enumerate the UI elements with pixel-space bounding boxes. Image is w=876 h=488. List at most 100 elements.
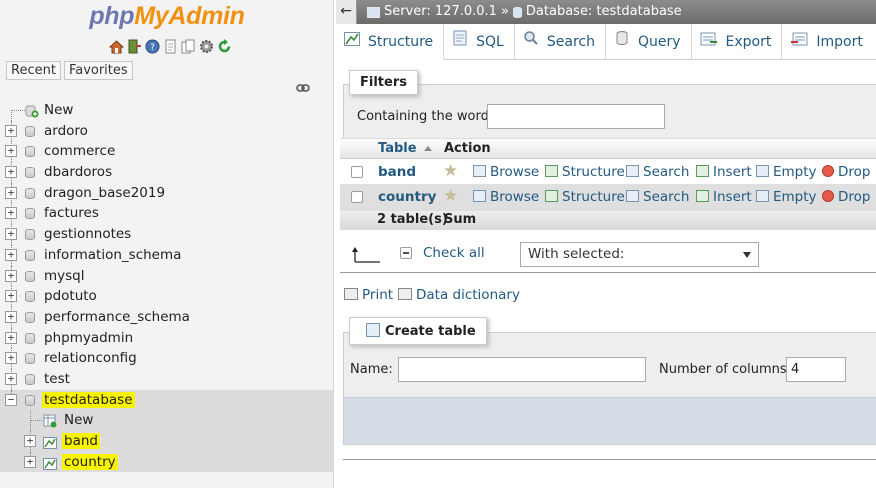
settings-icon[interactable] (199, 39, 214, 54)
table-name-link[interactable]: country (378, 189, 436, 205)
column-header-table[interactable]: Table (378, 141, 417, 156)
expand-icon[interactable]: + (24, 435, 36, 447)
browse-link[interactable]: Browse (473, 164, 539, 180)
structure-link[interactable]: Structure (545, 189, 625, 205)
table-name-input[interactable] (398, 357, 646, 382)
drop-link[interactable]: Drop (822, 189, 870, 205)
breadcrumb-database[interactable]: Database: testdatabase (526, 0, 682, 24)
insert-link[interactable]: Insert (696, 189, 752, 205)
tree-db-testdatabase[interactable]: − testdatabase (0, 389, 333, 411)
collapse-nav-button[interactable]: ← (336, 0, 357, 24)
row-checkbox[interactable] (351, 166, 363, 178)
collapse-icon[interactable]: − (5, 393, 17, 406)
tree-db-item[interactable]: + performance_schema (0, 306, 333, 328)
favorites-tab[interactable]: Favorites (63, 61, 133, 80)
tree-db-item[interactable]: + dbardoros (0, 162, 333, 183)
database-icon (25, 167, 35, 179)
tree-new-database[interactable]: New (0, 100, 333, 121)
number-of-columns-input[interactable]: 4 (786, 357, 846, 382)
search-link[interactable]: Search (626, 189, 689, 205)
breadcrumb-separator: » (500, 4, 509, 19)
logout-icon[interactable] (127, 39, 142, 54)
database-icon (25, 394, 35, 406)
table-name-link[interactable]: band (378, 164, 416, 180)
favorite-star-icon[interactable]: ★ (443, 161, 458, 181)
expand-icon[interactable]: + (5, 352, 17, 365)
tab-import[interactable]: Import (782, 24, 872, 60)
table-row: band ★ Browse Structure Search Insert Em… (340, 159, 876, 186)
expand-icon[interactable]: + (5, 331, 17, 344)
tab-query[interactable]: Query (606, 24, 692, 60)
tree-db-item[interactable]: + mysql (0, 265, 333, 287)
check-all-checkbox[interactable] (400, 247, 412, 259)
check-all-link[interactable]: Check all (423, 245, 485, 261)
search-link[interactable]: Search (626, 164, 689, 180)
tab-export[interactable]: Export (692, 24, 783, 60)
browse-link[interactable]: Browse (473, 189, 539, 205)
tree-new-table-label: New (64, 412, 94, 429)
filters-legend: Filters (349, 70, 418, 95)
tree-db-item[interactable]: + phpmyadmin (0, 327, 333, 349)
expand-icon[interactable]: + (5, 310, 17, 323)
reload-icon[interactable] (217, 39, 232, 54)
tree-db-item[interactable]: + gestionnotes (0, 224, 333, 245)
recent-tab[interactable]: Recent (6, 61, 61, 80)
copy-icon[interactable] (181, 39, 196, 54)
tree-db-item[interactable]: + commerce (0, 141, 333, 163)
database-icon (25, 291, 35, 303)
docs-icon[interactable] (163, 39, 178, 54)
insert-link[interactable]: Insert (696, 164, 752, 180)
create-table-footer (343, 397, 876, 445)
favorite-star-icon[interactable]: ★ (443, 186, 458, 206)
row-checkbox[interactable] (351, 191, 363, 203)
expand-icon[interactable]: + (5, 145, 17, 158)
expand-icon[interactable]: + (5, 186, 17, 199)
column-header-action: Action (444, 141, 491, 156)
expand-icon[interactable]: + (5, 269, 17, 282)
expand-icon[interactable]: + (5, 228, 17, 241)
tree-new-table[interactable]: New (0, 410, 333, 431)
tree-db-item[interactable]: + information_schema (0, 244, 333, 266)
with-selected-value: With selected: (528, 246, 625, 262)
help-icon[interactable]: ? (145, 39, 160, 54)
tree-db-item[interactable]: + dragon_base2019 (0, 182, 333, 204)
expand-icon[interactable]: + (24, 455, 36, 468)
phpmyadmin-logo[interactable]: phpMyAdmin (0, 2, 333, 31)
tree-db-label: gestionnotes (44, 226, 132, 243)
home-icon[interactable] (109, 39, 124, 54)
tree-db-item[interactable]: + factures (0, 203, 333, 225)
drop-link[interactable]: Drop (822, 164, 870, 180)
table-header: Table Action (340, 138, 876, 159)
expand-icon[interactable]: + (5, 207, 17, 220)
print-link[interactable]: Print (344, 287, 393, 303)
breadcrumb-server[interactable]: Server: 127.0.0.1 (384, 0, 497, 24)
expand-icon[interactable]: + (5, 290, 17, 303)
link-icon[interactable] (296, 82, 310, 96)
tree-table-band[interactable]: + band (0, 431, 333, 452)
expand-icon[interactable]: + (5, 248, 17, 261)
tab-search[interactable]: Search (515, 24, 606, 60)
database-tree: New + ardoro + commerce + dbardoros + dragon_ba… (0, 100, 333, 473)
expand-icon[interactable]: + (5, 166, 17, 179)
filter-input[interactable] (487, 104, 665, 129)
tree-db-item[interactable]: + test (0, 368, 333, 390)
structure-link[interactable]: Structure (545, 164, 625, 180)
tree-db-item[interactable]: + relationconfig (0, 348, 333, 369)
with-selected-dropdown[interactable]: With selected: (520, 242, 759, 267)
tab-label: SQL (476, 34, 504, 50)
tree-db-item[interactable]: + pdotuto (0, 286, 333, 307)
tab-structure[interactable]: Structure (336, 24, 445, 60)
expand-icon[interactable]: + (5, 372, 17, 385)
tree-db-item[interactable]: + ardoro (0, 120, 333, 142)
data-dictionary-link[interactable]: Data dictionary (398, 287, 520, 303)
search-icon (626, 190, 639, 202)
empty-link[interactable]: Empty (756, 189, 817, 205)
tab-sql[interactable]: SQL (444, 24, 515, 60)
empty-link[interactable]: Empty (756, 164, 817, 180)
tree-db-label: pdotuto (44, 288, 97, 305)
search-icon (626, 165, 639, 177)
expand-icon[interactable]: + (5, 124, 17, 137)
tree-table-country[interactable]: + country (0, 451, 333, 473)
main-panel: ← Server: 127.0.0.1 » Database: testdata… (336, 0, 876, 488)
nav-icon-bar: ? (109, 39, 232, 55)
